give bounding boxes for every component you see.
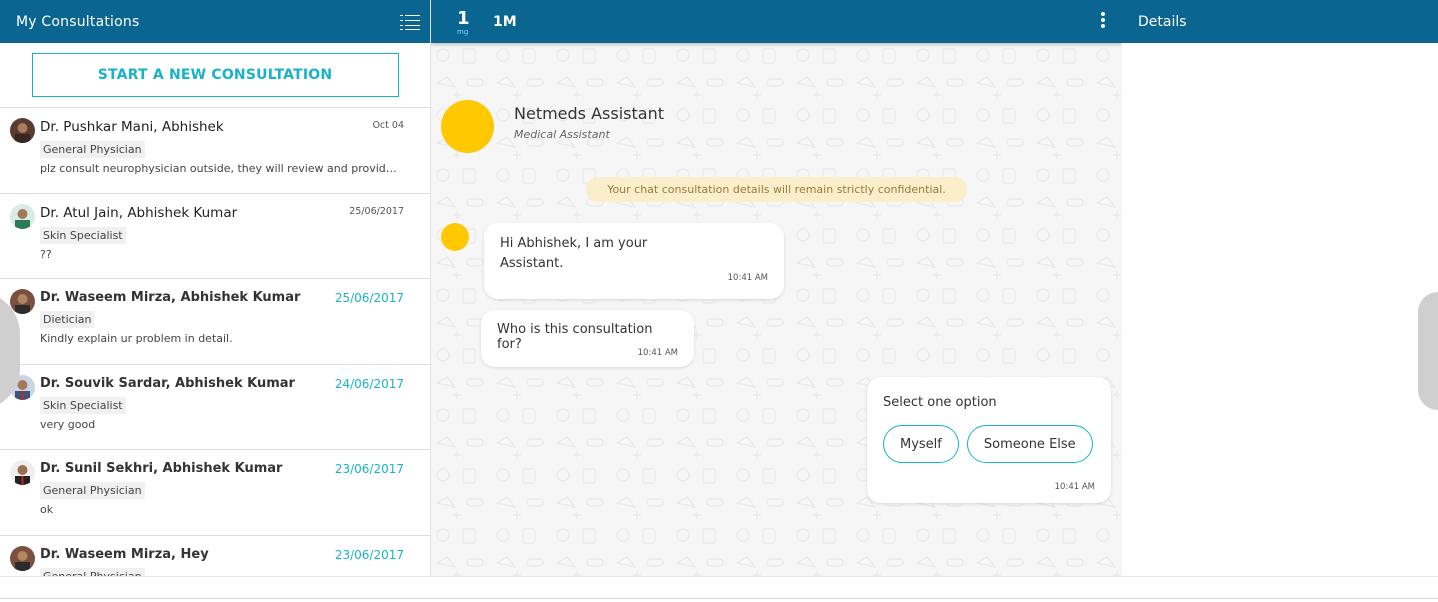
option-prompt: Select one option [883,395,997,410]
assistant-avatar [441,100,494,153]
chat-message: Hi Abhishek, I am your Assistant. 10:41 … [484,223,784,299]
doctor-avatar [10,545,35,571]
brand-logo: 1 mg [453,7,473,36]
start-new-consultation-button[interactable]: START A NEW CONSULTATION [31,53,399,97]
consultation-item[interactable]: Dr. Waseem Mirza, Hey 23/06/2017 General… [0,536,430,576]
last-message: Kindly explain ur problem in detail. [40,332,233,345]
list-menu-icon[interactable] [400,14,420,30]
assistant-name: Netmeds Assistant [514,104,664,123]
consultation-date: 23/06/2017 [334,547,404,562]
chat-message: Who is this consultation for? 10:41 AM [481,310,694,367]
specialty-badge: Skin Specialist [40,396,126,414]
details-header: Details [1122,0,1438,43]
specialty-badge: General Physician [40,141,145,158]
last-message: ?? [40,247,52,261]
consultation-date: 25/06/2017 [334,291,404,305]
consultations-panel: My Consultations START A NEW CONSULTATIO… [0,0,431,576]
right-edge-scroll-handle[interactable] [1418,292,1438,410]
option-someone-else-button[interactable]: Someone Else [966,425,1093,463]
specialty-badge: General Physician [40,482,145,499]
assistant-message-avatar [441,223,469,251]
last-message: plz consult neurophysician outside, they… [40,162,400,175]
consultations-header: My Consultations [0,0,430,43]
last-message: very good [40,417,96,431]
specialty-badge: Dietician [40,311,95,328]
message-time: 10:41 AM [727,273,768,283]
details-panel: Details [1122,0,1438,576]
option-card: Select one option Myself Someone Else 10… [867,377,1111,503]
consultation-item[interactable]: Dr. Souvik Sardar, Abhishek Kumar 24/06/… [0,365,430,450]
option-buttons: Myself Someone Else [883,425,1095,463]
consultation-item[interactable]: Dr. Waseem Mirza, Abhishek Kumar 25/06/2… [0,279,430,365]
doctor-avatar [10,203,35,229]
footer-divider [0,598,1438,599]
logo-mark: 1 [457,7,470,29]
new-consultation-area: START A NEW CONSULTATION [0,43,430,108]
doctor-avatar [10,289,35,314]
chat-header: 1 mg 1MG [431,0,1122,43]
logo-subtext: mg [457,27,469,36]
consultation-item[interactable]: Dr. Atul Jain, Abhishek Kumar 25/06/2017… [0,194,430,279]
brand-name: 1MG [493,13,517,30]
consultation-list: Dr. Pushkar Mani, Abhishek Oct 04 Genera… [0,108,430,576]
message-time: 10:41 AM [637,348,678,358]
message-time: 10:41 AM [1054,482,1095,492]
consultation-date: 25/06/2017 [349,205,404,217]
option-myself-button[interactable]: Myself [883,425,959,463]
details-title: Details [1138,13,1187,30]
consultation-item[interactable]: Dr. Pushkar Mani, Abhishek Oct 04 Genera… [0,108,430,194]
doctor-avatar [10,460,35,485]
more-options-icon[interactable] [1100,12,1106,30]
panel-title: My Consultations [16,13,140,30]
confidentiality-notice: Your chat consultation details will rema… [586,177,967,202]
last-message: ok [40,503,54,516]
consultation-item[interactable]: Dr. Sunil Sekhri, Abhishek Kumar 23/06/2… [0,450,430,536]
specialty-badge: General Physician [40,567,145,576]
doctor-name: Dr. Pushkar Mani, Abhishek [40,119,224,135]
assistant-role: Medical Assistant [514,128,610,141]
specialty-badge: Skin Specialist [40,226,126,244]
consultation-date: 24/06/2017 [334,376,404,391]
chat-panel: 1 mg 1MG Netmeds Assistant Medical Assis… [431,0,1122,576]
doctor-avatar [10,118,35,143]
message-text: Hi Abhishek, I am your Assistant. [500,236,648,271]
consultation-date: 23/06/2017 [334,462,404,476]
consultation-date: Oct 04 [372,120,404,131]
